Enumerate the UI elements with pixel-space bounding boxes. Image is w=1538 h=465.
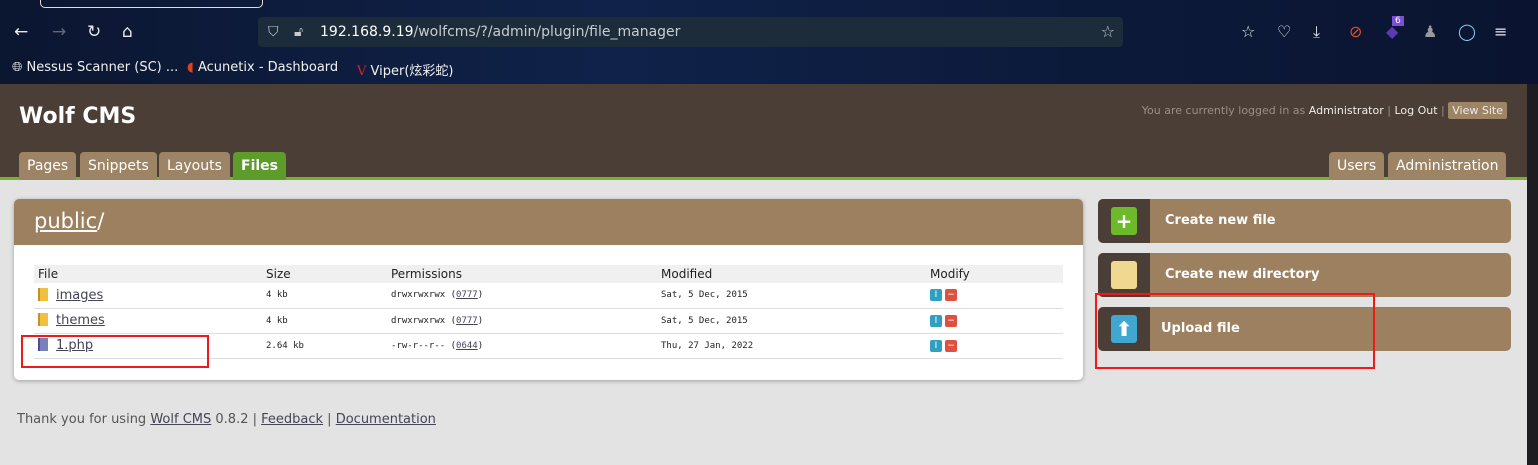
user-link[interactable]: Administrator <box>1309 104 1384 117</box>
file-size: 4 kb <box>262 308 387 334</box>
forward-icon[interactable]: → <box>52 22 66 42</box>
browser-tab[interactable] <box>40 0 263 8</box>
site-logo: Wolf CMS <box>19 104 137 129</box>
pocket-icon[interactable]: ♡ <box>1277 22 1291 41</box>
col-file: File <box>34 265 262 283</box>
url-host: 192.168.9.19 <box>320 24 414 40</box>
table-header: File Size Permissions Modified Modify <box>34 265 1063 283</box>
home-icon[interactable]: ⌂ <box>122 22 133 42</box>
footer-text: Thank you for using <box>17 412 147 427</box>
logout-link[interactable]: Log Out <box>1394 104 1437 117</box>
col-modify: Modify <box>926 265 1063 283</box>
folder-icon <box>38 313 48 326</box>
version: 0.8.2 <box>215 412 249 427</box>
login-prefix: You are currently logged in as <box>1141 104 1306 117</box>
tab-snippets[interactable]: Snippets <box>80 152 157 180</box>
delete-icon[interactable]: − <box>945 289 957 302</box>
reload-icon[interactable]: ↻ <box>87 22 101 42</box>
chmod-link[interactable]: 0777 <box>456 290 478 300</box>
col-modified: Modified <box>657 265 926 283</box>
create-file-button[interactable]: + Create new file <box>1098 199 1511 243</box>
action-label: Create new file <box>1165 213 1276 228</box>
path-separator: / <box>97 209 105 233</box>
file-size: 2.64 kb <box>262 333 387 359</box>
breadcrumb: public/ <box>14 199 1083 245</box>
file-modified: Sat, 5 Dec, 2015 <box>657 283 926 309</box>
extension-bear-icon[interactable]: ♟ <box>1423 22 1437 41</box>
shield-icon[interactable]: ⛉ <box>268 17 279 47</box>
file-perm: -rw-r--r-- <box>391 340 446 351</box>
rename-icon[interactable]: I <box>930 314 942 327</box>
view-site-button[interactable]: View Site <box>1448 102 1507 119</box>
tab-files[interactable]: Files <box>233 152 286 180</box>
back-icon[interactable]: ← <box>14 22 28 42</box>
chmod-link[interactable]: 0777 <box>456 316 478 326</box>
highlight-box <box>1095 293 1375 369</box>
rename-icon[interactable]: I <box>930 289 942 302</box>
extension-badge: 6 <box>1392 16 1404 26</box>
bookmark-acunetix[interactable]: ◖ Acunetix - Dashboard <box>187 60 338 75</box>
wolfcms-link[interactable]: Wolf CMS <box>150 412 211 427</box>
bookmark-label: Acunetix - Dashboard <box>198 60 339 75</box>
file-perm: drwxrwxrwx <box>391 290 446 301</box>
highlight-box <box>21 335 209 368</box>
file-modified: Thu, 27 Jan, 2022 <box>657 333 926 359</box>
bookmark-label: Viper(炫彩蛇) <box>370 64 454 79</box>
file-link[interactable]: themes <box>56 313 105 328</box>
bookmark-viper[interactable]: V Viper(炫彩蛇) <box>357 60 454 79</box>
cms-header: Wolf CMS You are currently logged in as … <box>0 84 1527 180</box>
download-icon[interactable]: ⤓ <box>1313 22 1320 42</box>
tab-pages[interactable]: Pages <box>19 152 77 180</box>
acunetix-icon: ◖ <box>187 60 194 75</box>
rename-icon[interactable]: I <box>930 339 942 352</box>
extension-fox-icon[interactable]: ⊘ <box>1349 22 1362 41</box>
table-row: themes 4 kb drwxrwxrwx (0777) Sat, 5 Dec… <box>34 308 1063 334</box>
insecure-lock-icon[interactable]: 🔓︎ <box>294 17 303 47</box>
bookmark-label: Nessus Scanner (SC) ... <box>26 60 179 75</box>
plus-icon: + <box>1111 207 1137 235</box>
reader-icon[interactable]: ☆ <box>1241 22 1255 41</box>
col-permissions: Permissions <box>387 265 657 283</box>
folder-icon <box>38 287 48 301</box>
scrollbar[interactable] <box>1527 84 1538 465</box>
bookmark-nessus[interactable]: 🌐︎ Nessus Scanner (SC) ... <box>12 60 178 75</box>
delete-icon[interactable]: − <box>945 314 957 327</box>
chmod-link[interactable]: 0644 <box>456 341 478 351</box>
file-modified: Sat, 5 Dec, 2015 <box>657 308 926 334</box>
feedback-link[interactable]: Feedback <box>261 412 323 427</box>
folder-link-public[interactable]: public <box>34 209 97 233</box>
create-directory-button[interactable]: Create new directory <box>1098 253 1511 297</box>
file-perm: drwxrwxrwx <box>391 315 446 326</box>
menu-icon[interactable]: ≡ <box>1494 22 1507 41</box>
tab-users[interactable]: Users <box>1329 152 1385 180</box>
file-link[interactable]: images <box>56 288 103 303</box>
tab-administration[interactable]: Administration <box>1388 152 1507 180</box>
folder-icon <box>1111 261 1137 289</box>
url-path: /wolfcms/?/admin/plugin/file_manager <box>413 24 681 40</box>
footer: Thank you for using Wolf CMS 0.8.2 | Fee… <box>17 412 436 427</box>
col-size: Size <box>262 265 387 283</box>
bookmark-star-icon[interactable]: ☆ <box>1101 17 1115 47</box>
tab-layouts[interactable]: Layouts <box>159 152 230 180</box>
extension-ring-icon[interactable]: ◯ <box>1458 22 1476 41</box>
url-bar[interactable]: ⛉ 🔓︎ 192.168.9.19/wolfcms/?/admin/plugin… <box>258 17 1123 47</box>
delete-icon[interactable]: − <box>945 339 957 352</box>
action-label: Create new directory <box>1165 267 1320 282</box>
login-info: You are currently logged in as Administr… <box>1141 102 1507 119</box>
browser-chrome: ← → ↻ ⌂ ⛉ 🔓︎ 192.168.9.19/wolfcms/?/admi… <box>0 0 1538 84</box>
file-size: 4 kb <box>262 283 387 309</box>
viper-icon: V <box>357 64 367 79</box>
table-row: images 4 kb drwxrwxrwx (0777) Sat, 5 Dec… <box>34 283 1063 309</box>
documentation-link[interactable]: Documentation <box>336 412 436 427</box>
